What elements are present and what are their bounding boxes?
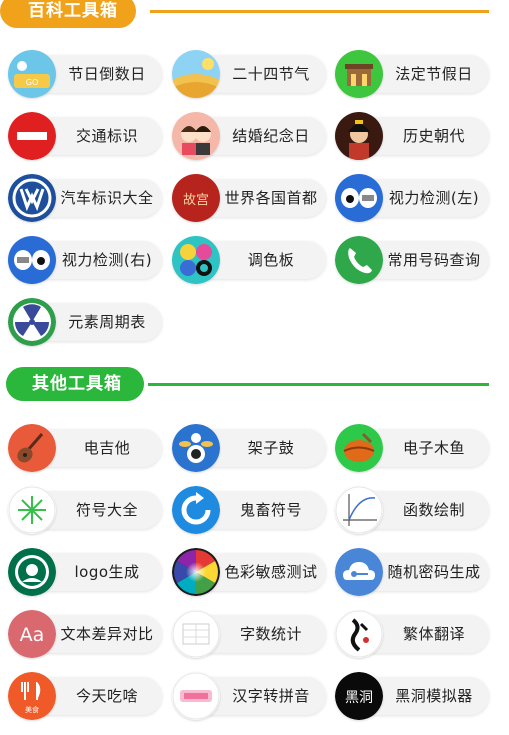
tool-label: 鬼畜符号 (239, 501, 302, 519)
tool-wooden-fish[interactable]: 电子木鱼 (335, 424, 489, 472)
eye-test-right-icon (8, 236, 56, 284)
svg-text:GO: GO (26, 78, 39, 87)
color-wheel-icon (172, 548, 220, 596)
section-divider (148, 383, 489, 386)
food-icon: 美食 (8, 672, 56, 720)
history-dynasty-icon (335, 112, 383, 160)
pinyin-icon (172, 672, 220, 720)
black-hole-icon: 黑洞 (335, 672, 383, 720)
tool-eye-test-right[interactable]: 视力检测(右) (8, 236, 162, 284)
tool-label: 色彩敏感测试 (224, 563, 318, 581)
tool-palette[interactable]: 调色板 (172, 236, 326, 284)
tool-world-capitals[interactable]: 故宫 世界各国首都 (172, 174, 326, 222)
tool-eye-test-left[interactable]: 视力检测(左) (335, 174, 489, 222)
tool-car-logos[interactable]: 汽车标识大全 (8, 174, 162, 222)
wedding-anniversary-icon (172, 112, 220, 160)
text-diff-icon: Aa (8, 610, 56, 658)
tool-label: 常用号码查询 (387, 251, 481, 269)
tool-label: 字数统计 (239, 625, 302, 643)
tool-label: 视力检测(右) (61, 251, 153, 269)
tool-festival-countdown[interactable]: GO 节日倒数日 (8, 50, 162, 98)
tool-solar-terms[interactable]: 二十四节气 (172, 50, 326, 98)
tool-history-dynasty[interactable]: 历史朝代 (335, 112, 489, 160)
tool-traffic-signs[interactable]: 交通标识 (8, 112, 162, 160)
tool-color-sensitivity[interactable]: 色彩敏感测试 (172, 548, 326, 596)
tool-label: 二十四节气 (232, 65, 310, 83)
tool-what-to-eat[interactable]: 美食 今天吃啥 (8, 672, 162, 720)
tool-label: 视力检测(左) (388, 189, 480, 207)
car-logo-icon (8, 174, 56, 222)
tool-function-plot[interactable]: 函数绘制 (335, 486, 489, 534)
svg-text:Aa: Aa (20, 624, 45, 646)
svg-text:故宫: 故宫 (183, 193, 209, 208)
drum-kit-icon (172, 424, 220, 472)
tool-phone-lookup[interactable]: 常用号码查询 (335, 236, 489, 284)
tool-drum-kit[interactable]: 架子鼓 (172, 424, 326, 472)
tool-black-hole[interactable]: 黑洞 黑洞模拟器 (335, 672, 489, 720)
section-divider (150, 10, 489, 13)
symbol-star-icon (8, 486, 56, 534)
no-entry-sign-icon (8, 112, 56, 160)
tool-random-password[interactable]: 随机密码生成 (335, 548, 489, 596)
tool-symbols[interactable]: 符号大全 (8, 486, 162, 534)
palette-icon (172, 236, 220, 284)
tool-label: 法定节假日 (395, 65, 473, 83)
phone-icon (335, 236, 383, 284)
logo-maker-icon (8, 548, 56, 596)
tool-label: 黑洞模拟器 (395, 687, 473, 705)
tool-label: 架子鼓 (247, 439, 295, 457)
tool-label: 汉字转拼音 (232, 687, 310, 705)
tool-logo-maker[interactable]: logo生成 (8, 548, 162, 596)
section-title: 百科工具箱 (0, 0, 136, 28)
legal-holiday-icon (335, 50, 383, 98)
tool-electric-guitar[interactable]: 电吉他 (8, 424, 162, 472)
tool-traditional-translate[interactable]: 繁体翻译 (335, 610, 489, 658)
tool-periodic-table[interactable]: 元素周期表 (8, 298, 162, 346)
tool-label: 随机密码生成 (387, 563, 481, 581)
tool-label: 今天吃啥 (75, 687, 138, 705)
tool-wedding-anniversary[interactable]: 结婚纪念日 (172, 112, 326, 160)
section-title: 其他工具箱 (6, 367, 144, 401)
svg-text:美食: 美食 (25, 705, 39, 714)
tool-label: 电子木鱼 (402, 439, 465, 457)
tool-kichiku-symbols[interactable]: 鬼畜符号 (172, 486, 326, 534)
section-header-encyclopedia: 百科工具箱 (0, 0, 509, 28)
festival-countdown-icon: GO (8, 50, 56, 98)
tool-word-count[interactable]: 字数统计 (172, 610, 326, 658)
tool-label: 节日倒数日 (68, 65, 146, 83)
tool-label: 调色板 (247, 251, 295, 269)
radiation-icon (8, 298, 56, 346)
tool-label: 电吉他 (83, 439, 131, 457)
tool-label: 元素周期表 (68, 313, 146, 331)
tool-label: 交通标识 (75, 127, 138, 145)
svg-text:黑洞: 黑洞 (345, 690, 373, 706)
guitar-icon (8, 424, 56, 472)
solar-terms-icon (172, 50, 220, 98)
function-graph-icon (335, 486, 383, 534)
tool-label: 符号大全 (75, 501, 138, 519)
tool-legal-holiday[interactable]: 法定节假日 (335, 50, 489, 98)
tool-text-diff[interactable]: Aa 文本差异对比 (8, 610, 162, 658)
section-header-other: 其他工具箱 (0, 367, 509, 401)
tool-label: 函数绘制 (402, 501, 465, 519)
tool-label: 文本差异对比 (60, 625, 154, 643)
world-capitals-icon: 故宫 (172, 174, 220, 222)
tool-hanzi-pinyin[interactable]: 汉字转拼音 (172, 672, 326, 720)
word-count-icon (172, 610, 220, 658)
wooden-fish-icon (335, 424, 383, 472)
traditional-chinese-icon (335, 610, 383, 658)
tool-label: 结婚纪念日 (232, 127, 310, 145)
tool-label: 历史朝代 (402, 127, 465, 145)
refresh-symbol-icon (172, 486, 220, 534)
cloud-key-icon (335, 548, 383, 596)
tool-label: 繁体翻译 (402, 625, 465, 643)
tool-label: logo生成 (74, 563, 140, 581)
tool-label: 世界各国首都 (224, 189, 318, 207)
tool-label: 汽车标识大全 (60, 189, 154, 207)
eye-test-left-icon (335, 174, 383, 222)
